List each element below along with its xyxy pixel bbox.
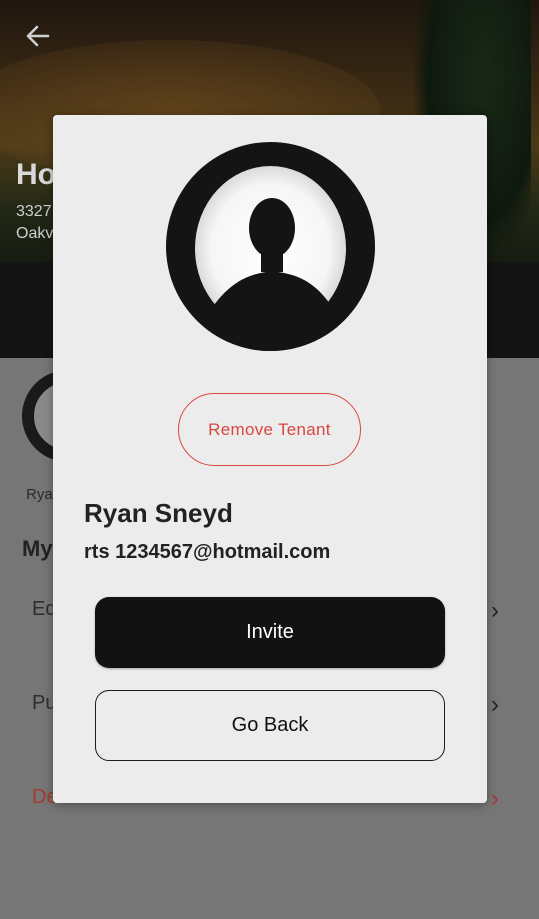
house-address-line1: 3327 bbox=[16, 203, 52, 220]
back-arrow-icon[interactable] bbox=[22, 20, 54, 52]
tenant-profile-picture bbox=[166, 142, 375, 351]
go-back-button[interactable]: Go Back bbox=[95, 690, 445, 761]
remove-tenant-button[interactable]: Remove Tenant bbox=[178, 393, 361, 466]
chevron-right-icon: › bbox=[491, 691, 499, 718]
tenant-dialog: Remove Tenant Ryan Sneyd rts 1234567@hot… bbox=[53, 115, 487, 803]
person-silhouette-icon bbox=[206, 198, 338, 351]
house-title: Ho bbox=[16, 158, 56, 191]
tenant-name: Ryan Sneyd bbox=[84, 498, 233, 528]
chevron-right-icon: › bbox=[491, 597, 499, 624]
chevron-right-icon: › bbox=[491, 785, 499, 812]
tenant-email: rts 1234567@hotmail.com bbox=[84, 541, 331, 563]
invite-button[interactable]: Invite bbox=[95, 597, 445, 668]
tenant-name-label: Rya bbox=[26, 486, 53, 503]
section-title: My bbox=[22, 536, 53, 561]
house-address-line2: Oakv bbox=[16, 225, 54, 242]
